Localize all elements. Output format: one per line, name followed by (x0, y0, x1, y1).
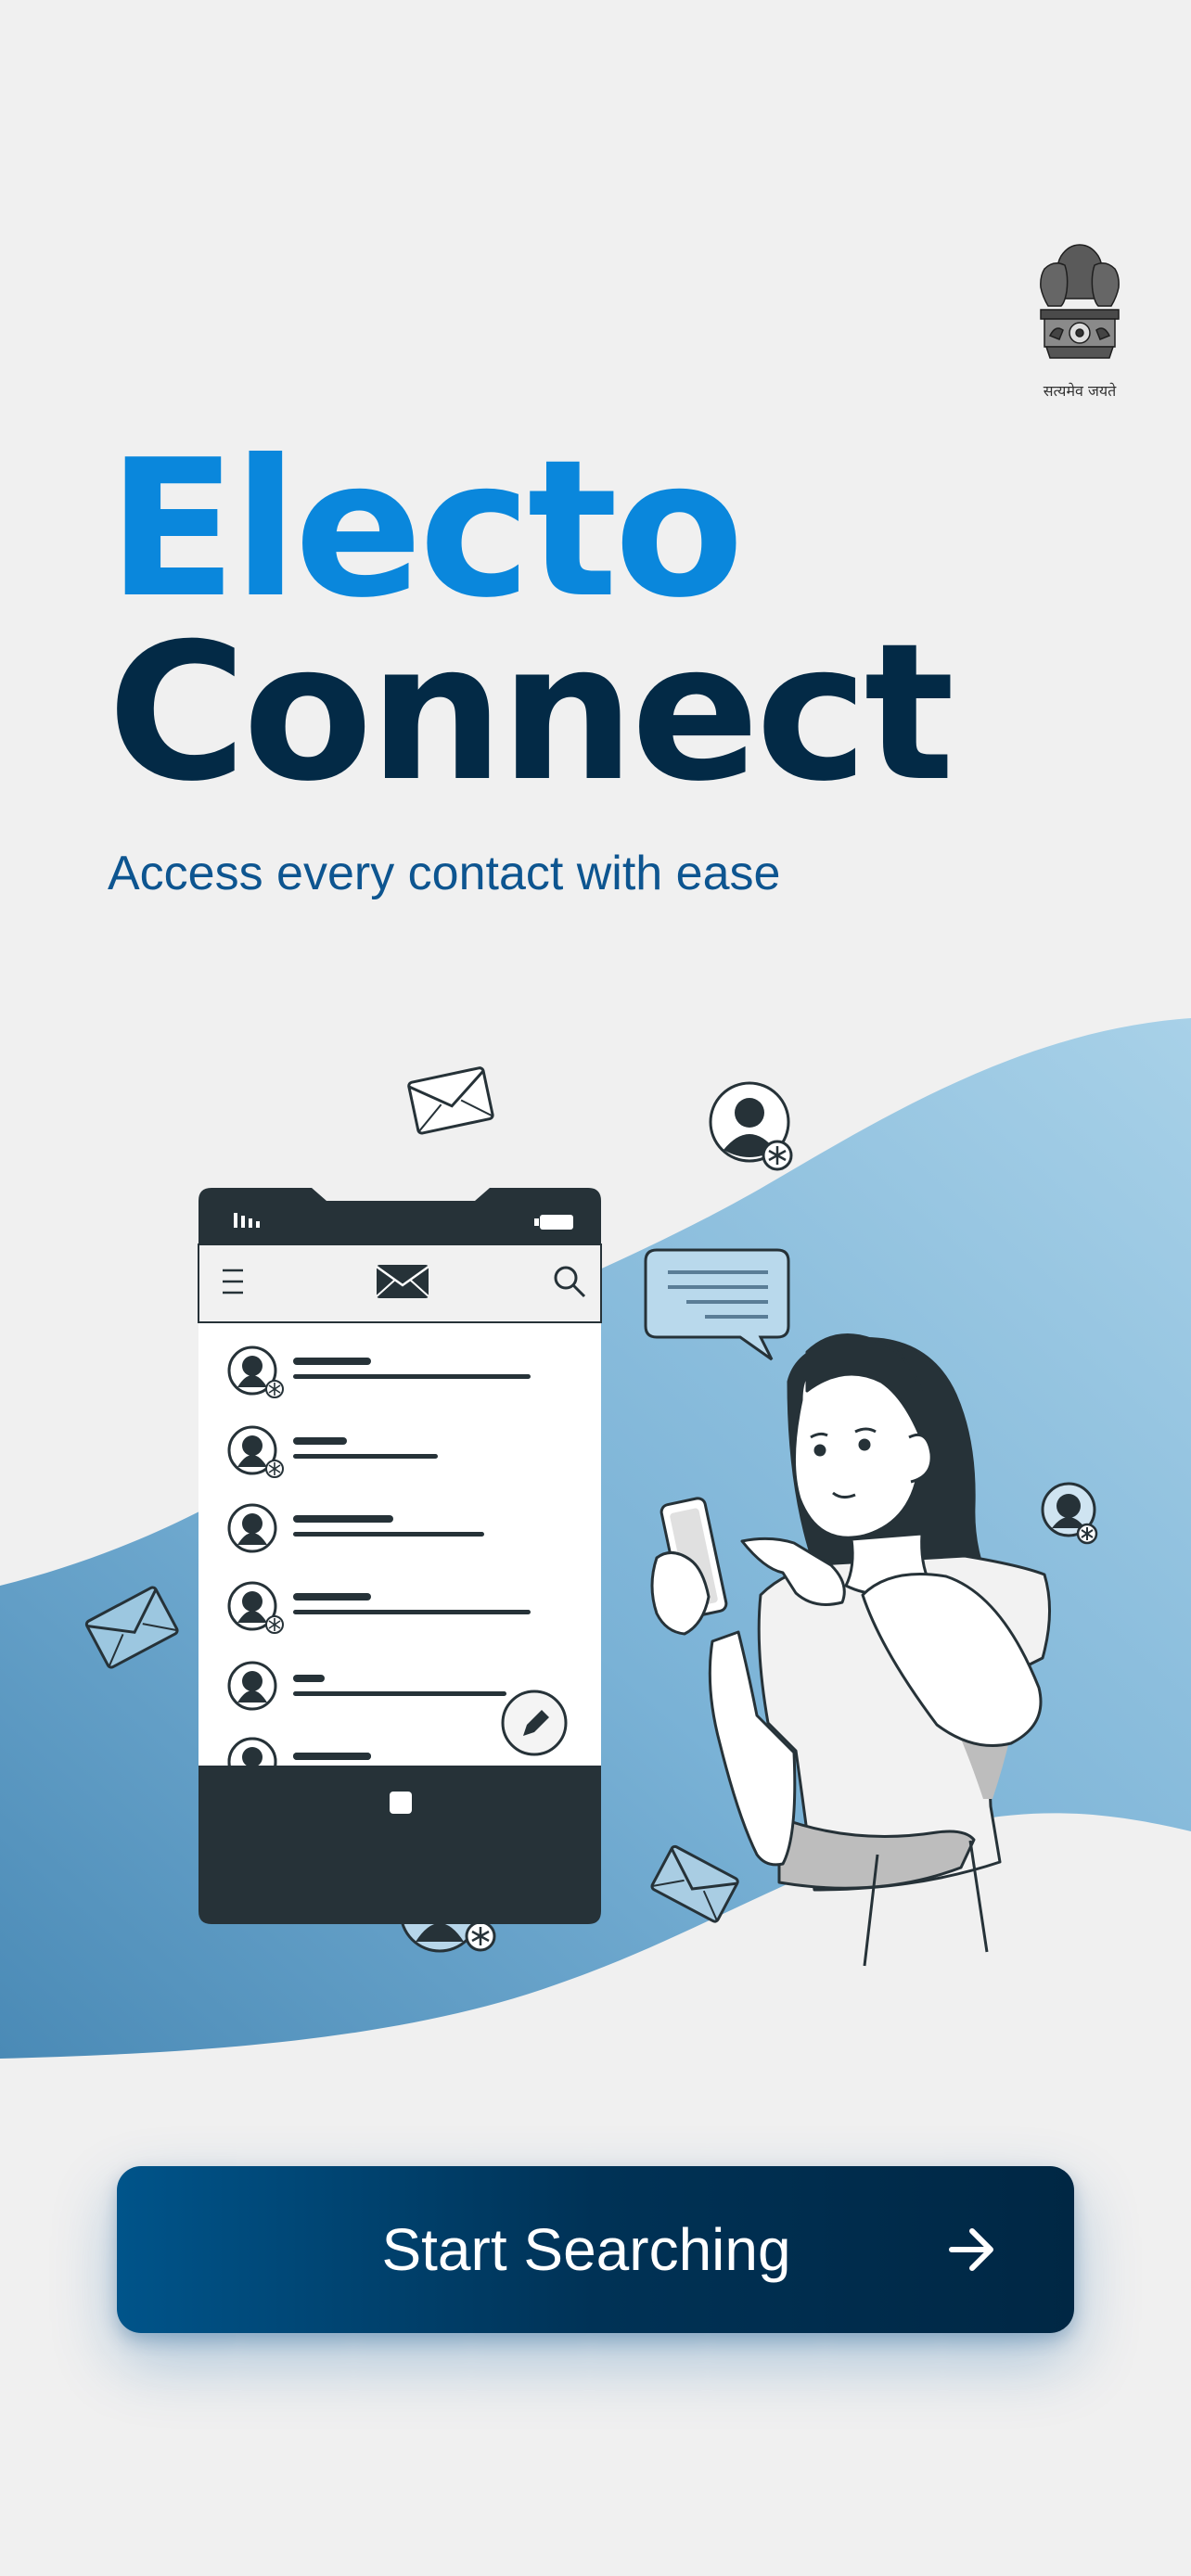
start-searching-button[interactable]: Start Searching (117, 2166, 1074, 2333)
app-title-line-1: Electo (108, 420, 744, 640)
contact-avatar-icon (709, 1081, 793, 1171)
national-emblem: सत्यमेव जयते (1028, 239, 1132, 406)
tagline: Access every contact with ease (108, 847, 781, 900)
compose-icon (501, 1690, 568, 1756)
envelope-icon (407, 1066, 494, 1135)
home-button-icon (390, 1792, 412, 1814)
national-emblem-icon (1040, 244, 1120, 359)
mail-icon (376, 1265, 429, 1298)
app-title-line-2: Connect (108, 604, 954, 823)
start-searching-label: Start Searching (381, 2216, 791, 2283)
emblem-motto: सत्यमेव जयते (1043, 382, 1117, 400)
hero-illustration (0, 1018, 1191, 2059)
arrow-right-icon (949, 2228, 993, 2271)
battery-icon (534, 1215, 573, 1230)
phone-mockup (198, 1188, 602, 1924)
